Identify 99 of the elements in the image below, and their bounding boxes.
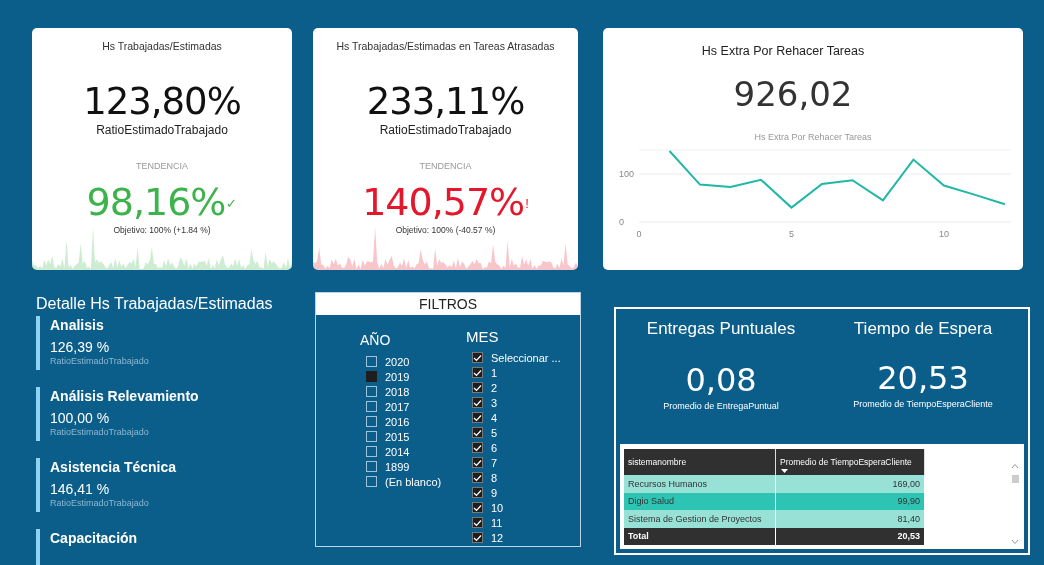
- category-label: RatioEstimadoTrabajado: [50, 498, 150, 508]
- option-label[interactable]: 2015: [385, 430, 410, 443]
- table-cell: 169,00: [775, 475, 925, 493]
- accent-bar: [36, 316, 40, 370]
- checkbox[interactable]: [472, 517, 483, 528]
- status-indicator: !: [525, 196, 529, 211]
- axis-label: 0: [636, 229, 642, 239]
- axis-label: 0: [619, 217, 624, 227]
- checkbox[interactable]: [472, 352, 483, 363]
- scroll-down-icon[interactable]: [1011, 539, 1019, 545]
- table-cell: 81,40: [775, 510, 925, 528]
- checkbox[interactable]: [366, 431, 377, 442]
- checkbox[interactable]: [472, 442, 483, 453]
- table-cell: Recursos Humanos: [624, 475, 776, 493]
- axis-label: 5: [788, 229, 794, 239]
- checkbox[interactable]: [472, 472, 483, 483]
- category-name: Capacitación: [50, 530, 138, 546]
- option-label[interactable]: 11: [491, 516, 503, 529]
- scroll-up-icon[interactable]: [1011, 463, 1019, 469]
- option-label[interactable]: 6: [491, 441, 498, 454]
- kpi-label: RatioEstimadoTrabajado: [379, 123, 512, 137]
- trend-value: 98,16%: [86, 181, 226, 223]
- checkbox[interactable]: [366, 476, 377, 487]
- category-value: 126,39 %: [50, 339, 111, 355]
- goal-text: Objetivo: 100% (+1.84 %): [113, 225, 211, 235]
- sort-icon[interactable]: [781, 469, 788, 473]
- checkbox[interactable]: [366, 401, 377, 412]
- kpi-value: 926,02: [733, 74, 853, 114]
- option-label[interactable]: 8: [491, 471, 498, 484]
- checkbox[interactable]: [472, 532, 483, 543]
- goal-text: Objetivo: 100% (-40.57 %): [395, 225, 496, 235]
- chart-title: Hs Extra Por Rehacer Tareas: [754, 132, 872, 142]
- category-value: 100,00 %: [50, 410, 111, 426]
- table-cell: Sistema de Gestion de Proyectos: [624, 510, 776, 528]
- option-label[interactable]: (En blanco): [385, 475, 442, 488]
- accent-bar: [36, 387, 40, 441]
- axis-label: 100: [619, 169, 635, 179]
- metric-value: 20,53: [877, 359, 969, 397]
- checkbox[interactable]: [366, 386, 377, 397]
- checkbox[interactable]: [366, 371, 377, 382]
- checkbox[interactable]: [366, 356, 377, 367]
- trend-label: TENDENCIA: [136, 161, 188, 171]
- scroll-thumb[interactable]: [1011, 475, 1019, 483]
- metric-label: Promedio de TiempoEsperaCliente: [853, 399, 993, 409]
- option-label[interactable]: 2019: [385, 370, 410, 383]
- checkbox[interactable]: [472, 412, 483, 423]
- checkbox[interactable]: [472, 502, 483, 513]
- card-title: Hs Trabajadas/Estimadas en Tareas Atrasadas: [336, 40, 555, 52]
- checkbox[interactable]: [472, 427, 483, 438]
- kpi-value: 123,80%: [83, 80, 241, 123]
- checkbox[interactable]: [366, 461, 377, 472]
- checkbox[interactable]: [366, 446, 377, 457]
- category-value: 146,41 %: [50, 481, 111, 497]
- option-label[interactable]: 12: [491, 531, 504, 544]
- trend-value: 140,57%: [362, 181, 525, 223]
- slicer-title: MES: [466, 328, 500, 345]
- column-header[interactable]: Promedio de TiempoEsperaCliente: [775, 449, 925, 475]
- option-label[interactable]: 7: [491, 456, 498, 469]
- category-label: RatioEstimadoTrabajado: [50, 356, 149, 366]
- option-label[interactable]: 2018: [385, 385, 410, 398]
- option-label[interactable]: 2016: [385, 415, 410, 428]
- option-label[interactable]: 2020: [385, 355, 410, 368]
- metric-title: Tiempo de Espera: [853, 319, 993, 339]
- category-name: Analisis: [50, 317, 105, 333]
- checkbox[interactable]: [472, 457, 483, 468]
- checkbox[interactable]: [472, 382, 483, 393]
- checkbox[interactable]: [472, 397, 483, 408]
- panel-title: FILTROS: [316, 293, 580, 315]
- option-label[interactable]: 5: [491, 426, 498, 439]
- metric-value: 0,08: [685, 361, 757, 399]
- metric-label: Promedio de EntregaPuntual: [663, 401, 779, 411]
- axis-label: 10: [938, 229, 949, 239]
- option-label[interactable]: 2014: [385, 445, 410, 458]
- option-label[interactable]: Seleccionar ...: [491, 351, 561, 364]
- slicer-title: AÑO: [360, 332, 392, 348]
- checkbox[interactable]: [366, 416, 377, 427]
- column-header[interactable]: sistemanombre: [624, 449, 776, 475]
- card-title: Hs Trabajadas/Estimadas: [102, 40, 222, 52]
- option-label[interactable]: 1: [491, 366, 498, 379]
- category-label: RatioEstimadoTrabajado: [50, 427, 150, 437]
- category-name: Asistencia Técnica: [50, 459, 177, 475]
- option-label[interactable]: 2: [491, 381, 498, 394]
- option-label[interactable]: 1899: [385, 460, 410, 473]
- option-label[interactable]: 2017: [385, 400, 410, 413]
- option-label[interactable]: 10: [491, 501, 504, 514]
- trend-label: TENDENCIA: [419, 161, 472, 171]
- section-title: Detalle Hs Trabajadas/Estimadas: [36, 295, 274, 313]
- kpi-label: RatioEstimadoTrabajado: [96, 123, 228, 137]
- category-name: Análisis Relevamiento: [50, 388, 199, 404]
- metric-title: Entregas Puntuales: [646, 319, 796, 339]
- option-label[interactable]: 4: [491, 411, 498, 424]
- option-label[interactable]: 9: [491, 486, 498, 499]
- checkbox[interactable]: [472, 487, 483, 498]
- checkbox[interactable]: [472, 367, 483, 378]
- kpi-value: 233,11%: [366, 80, 525, 123]
- status-indicator: ✓: [226, 196, 238, 211]
- accent-bar: [36, 458, 40, 512]
- card-title: Hs Extra Por Rehacer Tareas: [701, 44, 865, 58]
- option-label[interactable]: 3: [491, 396, 498, 409]
